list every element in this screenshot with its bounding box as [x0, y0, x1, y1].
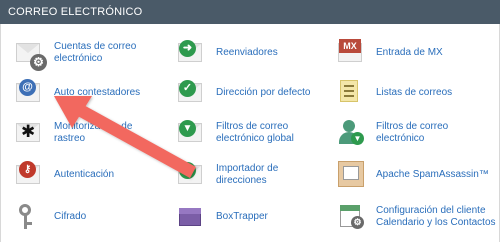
- address-importer-link[interactable]: ⬇ Importador de direcciones: [177, 158, 327, 192]
- email-accounts-link[interactable]: ⚙ Cuentas de correo electrónico: [15, 36, 165, 71]
- default-address-link[interactable]: ✓ Dirección por defecto: [177, 76, 327, 110]
- email-tools-panel: ⚙ Cuentas de correo electrónico ➜ Reenvi…: [0, 24, 500, 242]
- gear-envelope-icon: ⚙: [15, 38, 47, 71]
- import-arrow-icon: ⬇: [177, 160, 207, 190]
- paw-icon: ✱: [15, 118, 45, 148]
- autoresponders-link[interactable]: @ Auto contestadores: [15, 76, 165, 110]
- encryption-link[interactable]: Cifrado: [15, 200, 165, 234]
- spamassassin-link[interactable]: Apache SpamAssassin™: [337, 158, 497, 192]
- user-filter-icon: ▼: [337, 118, 367, 148]
- keys-icon: [15, 202, 45, 232]
- global-email-filters-link[interactable]: ▼ Filtros de correo electrónico global: [177, 116, 327, 150]
- funnel-icon: ▼: [177, 118, 207, 148]
- boxtrapper-link[interactable]: BoxTrapper: [177, 200, 327, 234]
- mx-entry-link[interactable]: MX Entrada de MX: [337, 36, 487, 70]
- calendar-contacts-config-link[interactable]: ⚙ Configuración del cliente Calendario y…: [337, 200, 497, 234]
- email-filters-link[interactable]: ▼ Filtros de correo electrónico: [337, 116, 497, 150]
- at-sign-icon: @: [15, 78, 45, 108]
- key-icon: ⚷: [15, 160, 45, 190]
- authentication-link[interactable]: ⚷ Autenticación: [15, 158, 165, 192]
- spam-icon: [337, 160, 367, 190]
- section-header: CORREO ELECTRÓNICO: [0, 0, 500, 24]
- box-icon: [177, 202, 207, 232]
- mailing-lists-link[interactable]: Listas de correos: [337, 76, 487, 110]
- forwarders-link[interactable]: ➜ Reenviadores: [177, 36, 327, 70]
- list-icon: [337, 78, 367, 108]
- checkmark-icon: ✓: [177, 78, 207, 108]
- calendar-icon: ⚙: [337, 202, 367, 232]
- forward-arrow-icon: ➜: [177, 38, 207, 68]
- mx-icon: MX: [337, 38, 367, 68]
- delivery-tracking-link[interactable]: ✱ Monitorización de rastreo: [15, 116, 165, 150]
